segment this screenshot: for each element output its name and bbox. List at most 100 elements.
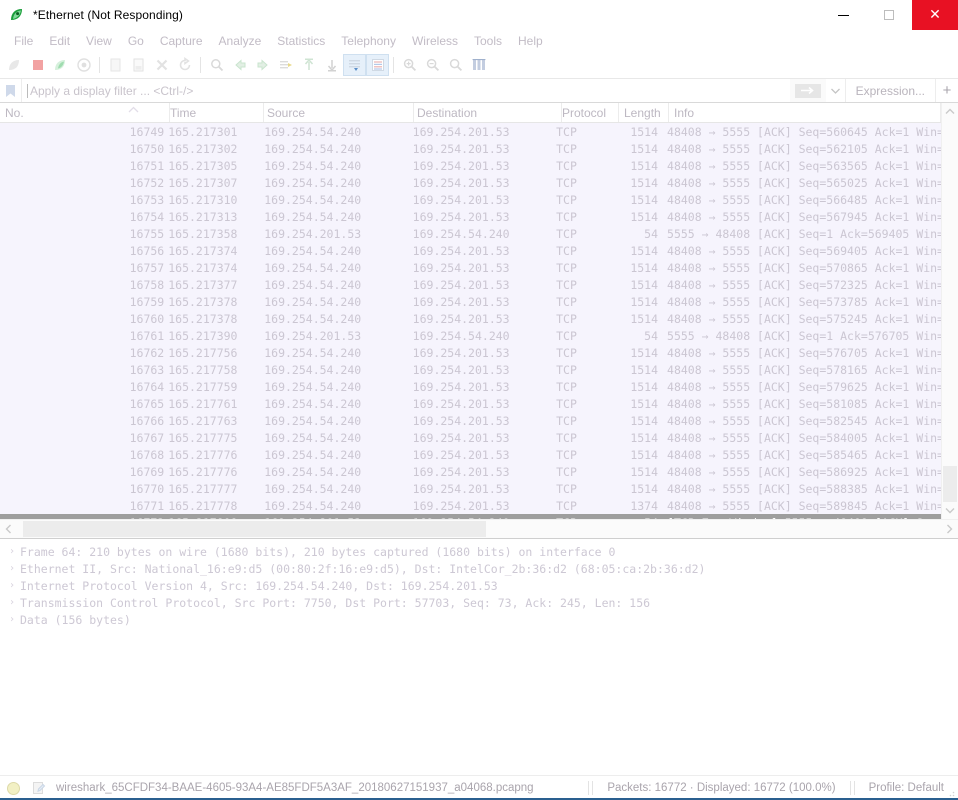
table-row[interactable]: 16765 165.217761 169.254.54.240 169.254.201… — [0, 395, 941, 412]
detail-row[interactable]: › Frame 64: 210 bytes on wire (1680 bits)… — [4, 543, 958, 560]
chevron-right-icon[interactable]: › — [4, 563, 20, 574]
go-to-first-button[interactable] — [297, 54, 320, 76]
menu-item-file[interactable]: File — [6, 32, 41, 50]
column-header-length[interactable]: Length — [619, 103, 669, 122]
menu-item-wireless[interactable]: Wireless — [404, 32, 466, 50]
table-row[interactable]: 16752 165.217307 169.254.54.240 169.254.201… — [0, 174, 941, 191]
menu-item-view[interactable]: View — [78, 32, 120, 50]
chevron-right-icon[interactable]: › — [4, 546, 20, 557]
stop-capture-button[interactable] — [26, 54, 49, 76]
auto-scroll-button[interactable] — [343, 54, 366, 76]
horizontal-scroll-thumb[interactable] — [23, 521, 486, 537]
save-file-button[interactable] — [127, 54, 150, 76]
column-header-no[interactable]: No. — [0, 103, 170, 122]
expert-info-button[interactable] — [0, 781, 26, 795]
table-row[interactable]: 16751 165.217305 169.254.54.240 169.254.201… — [0, 157, 941, 174]
menu-item-analyze[interactable]: Analyze — [211, 32, 270, 50]
packet-list-horizontal-scrollbar[interactable] — [0, 519, 958, 538]
packet-cell-source: 169.254.54.240 — [264, 192, 362, 207]
packet-list-vertical-scrollbar[interactable] — [941, 103, 958, 519]
table-row[interactable]: 16764 165.217759 169.254.54.240 169.254.201… — [0, 378, 941, 395]
apply-filter-button[interactable] — [789, 79, 826, 102]
vertical-scroll-thumb[interactable] — [943, 466, 957, 502]
reload-file-button[interactable] — [173, 54, 196, 76]
filter-add-button[interactable]: + — [936, 79, 958, 102]
zoom-out-button[interactable] — [421, 54, 444, 76]
scroll-down-button[interactable] — [942, 502, 958, 519]
table-row[interactable]: 16763 165.217758 169.254.54.240 169.254.201… — [0, 361, 941, 378]
table-row[interactable]: 16757 165.217374 169.254.54.240 169.254.201… — [0, 259, 941, 276]
close-button[interactable]: ✕ — [912, 0, 958, 30]
resize-grip-icon[interactable] — [945, 787, 955, 797]
table-row[interactable]: 16750 165.217302 169.254.54.240 169.254.201… — [0, 140, 941, 157]
menu-item-edit[interactable]: Edit — [41, 32, 78, 50]
go-back-button[interactable] — [228, 54, 251, 76]
table-row[interactable]: 16769 165.217776 169.254.54.240 169.254.201… — [0, 463, 941, 480]
zoom-in-button[interactable] — [398, 54, 421, 76]
packet-cell-source: 169.254.54.240 — [264, 124, 362, 139]
table-row[interactable]: 16767 165.217775 169.254.54.240 169.254.201… — [0, 429, 941, 446]
detail-row[interactable]: › Data (156 bytes) — [4, 611, 958, 628]
menu-item-tools[interactable]: Tools — [466, 32, 510, 50]
column-header-protocol[interactable]: Protocol — [562, 103, 619, 122]
filter-bookmark-button[interactable] — [0, 79, 22, 102]
filter-expression-button[interactable]: Expression... — [846, 79, 936, 102]
profile-label[interactable]: Profile: Default — [869, 782, 944, 794]
maximize-button[interactable] — [866, 0, 912, 30]
start-capture-button[interactable] — [3, 54, 26, 76]
table-row[interactable]: 16768 165.217776 169.254.54.240 169.254.201… — [0, 446, 941, 463]
table-row[interactable]: 16754 165.217313 169.254.54.240 169.254.201… — [0, 208, 941, 225]
scroll-left-button[interactable] — [0, 520, 17, 538]
table-row[interactable]: 16761 165.217390 169.254.201.53 169.254.54.… — [0, 327, 941, 344]
table-row[interactable]: 16771 165.217778 169.254.54.240 169.254.201… — [0, 497, 941, 514]
packet-details-pane[interactable]: › Frame 64: 210 bytes on wire (1680 bits)… — [0, 539, 958, 775]
capture-comment-button[interactable] — [26, 781, 52, 795]
table-row[interactable]: 16759 165.217378 169.254.54.240 169.254.201… — [0, 293, 941, 310]
go-to-last-button[interactable] — [320, 54, 343, 76]
resize-columns-button[interactable] — [467, 54, 490, 76]
capture-options-button[interactable] — [72, 54, 95, 76]
colorize-button[interactable] — [366, 54, 389, 76]
filter-history-dropdown[interactable] — [826, 79, 846, 102]
column-header-source[interactable]: Source — [264, 103, 414, 122]
table-row[interactable]: 16770 165.217777 169.254.54.240 169.254.201… — [0, 480, 941, 497]
packet-list-rows[interactable]: 16749 165.217301 169.254.54.240 169.254.201… — [0, 123, 941, 519]
table-row[interactable]: 16760 165.217378 169.254.54.240 169.254.201… — [0, 310, 941, 327]
zoom-reset-button[interactable] — [444, 54, 467, 76]
find-packet-button[interactable] — [205, 54, 228, 76]
go-forward-button[interactable] — [251, 54, 274, 76]
display-filter-input[interactable]: Apply a display filter ... <Ctrl-/> — [22, 79, 790, 102]
table-row[interactable]: 16749 165.217301 169.254.54.240 169.254.201… — [0, 123, 941, 140]
restart-capture-button[interactable] — [49, 54, 72, 76]
menu-item-telephony[interactable]: Telephony — [333, 32, 404, 50]
scroll-up-button[interactable] — [942, 103, 958, 120]
column-header-time[interactable]: Time — [170, 103, 264, 122]
column-header-destination[interactable]: Destination — [414, 103, 562, 122]
chevron-right-icon[interactable]: › — [4, 597, 20, 608]
menu-item-capture[interactable]: Capture — [152, 32, 211, 50]
column-header-info[interactable]: Info — [669, 103, 941, 122]
menu-item-go[interactable]: Go — [120, 32, 152, 50]
menu-item-help[interactable]: Help — [510, 32, 551, 50]
table-row[interactable]: 16758 165.217377 169.254.54.240 169.254.201… — [0, 276, 941, 293]
chevron-right-icon[interactable]: › — [4, 614, 20, 625]
close-file-button[interactable] — [150, 54, 173, 76]
vertical-scroll-track[interactable] — [942, 120, 958, 502]
packet-cell-source: 169.254.54.240 — [264, 498, 362, 513]
minimize-button[interactable] — [820, 0, 866, 30]
open-file-button[interactable] — [104, 54, 127, 76]
table-row[interactable]: 16762 165.217756 169.254.54.240 169.254.201… — [0, 344, 941, 361]
table-row[interactable]: 16753 165.217310 169.254.54.240 169.254.201… — [0, 191, 941, 208]
table-row[interactable]: 16766 165.217763 169.254.54.240 169.254.201… — [0, 412, 941, 429]
menu-item-statistics[interactable]: Statistics — [269, 32, 333, 50]
table-row[interactable]: 16756 165.217374 169.254.54.240 169.254.201… — [0, 242, 941, 259]
detail-row[interactable]: › Internet Protocol Version 4, Src: 169.2… — [4, 577, 958, 594]
detail-row[interactable]: › Transmission Control Protocol, Src Port… — [4, 594, 958, 611]
detail-row[interactable]: › Ethernet II, Src: National_16:e9:d5 (00… — [4, 560, 958, 577]
packet-cell-source: 169.254.54.240 — [264, 243, 362, 258]
table-row[interactable]: 16755 165.217358 169.254.201.53 169.254.54.… — [0, 225, 941, 242]
chevron-right-icon[interactable]: › — [4, 580, 20, 591]
go-to-packet-button[interactable] — [274, 54, 297, 76]
scroll-right-button[interactable] — [941, 520, 958, 538]
horizontal-scroll-track[interactable] — [17, 520, 941, 538]
